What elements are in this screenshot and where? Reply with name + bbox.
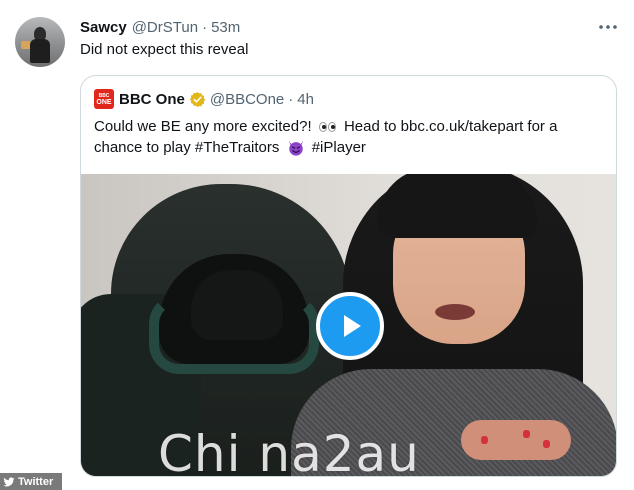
twitter-bird-icon bbox=[3, 476, 15, 486]
display-name[interactable]: Sawcy bbox=[80, 19, 127, 36]
quoted-handle[interactable]: @BBCOne bbox=[210, 91, 284, 108]
avatar-figure-body bbox=[30, 39, 50, 63]
quoted-text-line-1: Could we BE any more excited?! Head to b… bbox=[94, 116, 609, 137]
separator-dot: · bbox=[202, 18, 208, 36]
verified-gold-badge-icon bbox=[189, 91, 206, 107]
quoted-header: BBC ONE BBC One @BBCOne · 4h bbox=[94, 88, 314, 110]
timestamp[interactable]: 53m bbox=[211, 19, 240, 36]
smiling-devil-emoji-icon bbox=[288, 140, 303, 156]
quoted-timestamp[interactable]: 4h bbox=[297, 91, 314, 108]
twitter-badge-label: Twitter bbox=[18, 475, 54, 488]
quoted-display-name[interactable]: BBC One bbox=[119, 91, 185, 108]
twitter-badge: Twitter bbox=[0, 473, 62, 490]
hood-mask bbox=[191, 270, 283, 340]
tweet[interactable]: Sawcy @DrSTun · 53m Did not expect this … bbox=[0, 0, 634, 490]
presenter-fringe bbox=[377, 174, 537, 238]
eyes-emoji-icon bbox=[318, 121, 338, 133]
quoted-text-part-2[interactable]: Head to bbc.co.uk/takepart for a bbox=[344, 118, 557, 135]
presenter-hands bbox=[461, 420, 571, 460]
quoted-text-line2-part-1[interactable]: chance to play #TheTraitors bbox=[94, 139, 279, 156]
tweet-header: Sawcy @DrSTun · 53m bbox=[80, 17, 240, 37]
quoted-tweet[interactable]: BBC ONE BBC One @BBCOne · 4h Could we BE… bbox=[80, 75, 617, 477]
quoted-text-line2-part-2[interactable]: #iPlayer bbox=[312, 139, 366, 156]
tweet-text: Did not expect this reveal bbox=[80, 41, 249, 58]
quoted-text-part-1: Could we BE any more excited?! bbox=[94, 118, 312, 135]
presenter-mouth bbox=[435, 304, 475, 320]
bbc-one-logo[interactable]: BBC ONE bbox=[94, 89, 114, 109]
logo-text-bottom: ONE bbox=[96, 98, 112, 106]
watermark: Chi na2au bbox=[158, 425, 420, 483]
quoted-text: Could we BE any more excited?! Head to b… bbox=[94, 116, 609, 158]
avatar[interactable] bbox=[15, 17, 65, 67]
handle[interactable]: @DrSTun bbox=[132, 19, 198, 36]
quoted-text-line-2: chance to play #TheTraitors #iPlayer bbox=[94, 137, 609, 158]
quoted-separator-dot: · bbox=[288, 90, 294, 108]
play-icon[interactable] bbox=[316, 292, 384, 360]
more-horizontal-icon[interactable] bbox=[597, 18, 619, 36]
